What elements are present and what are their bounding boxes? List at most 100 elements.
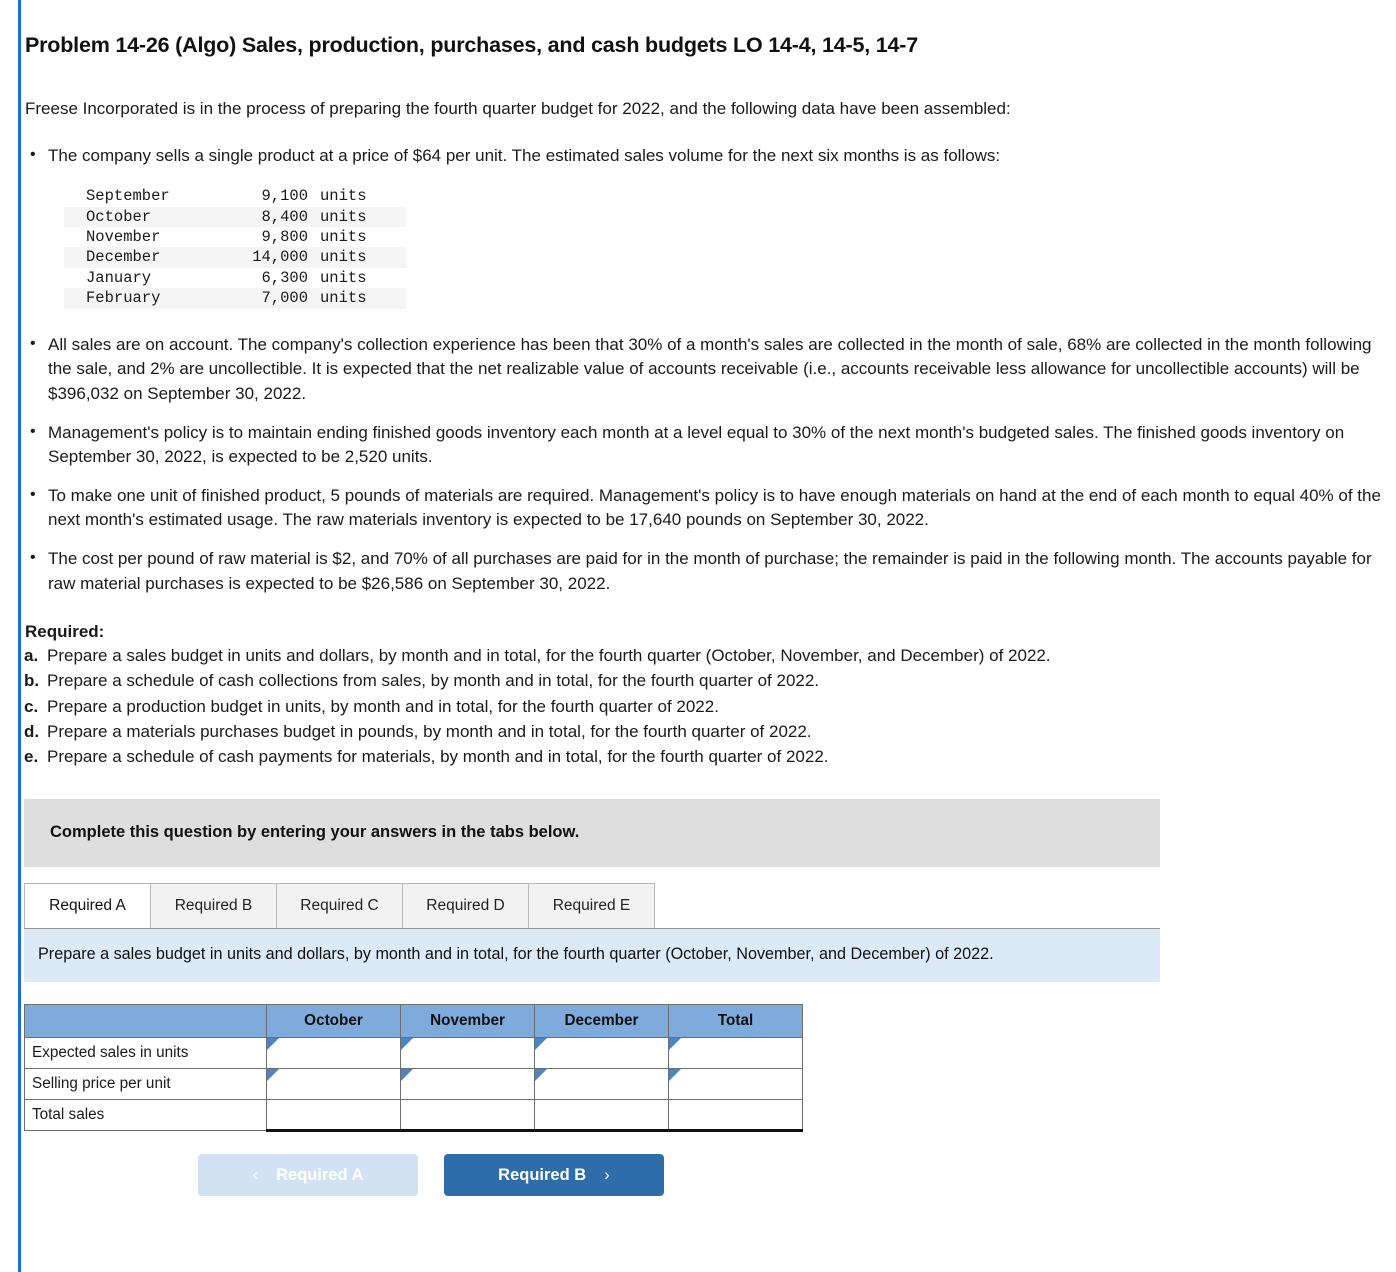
tab-label: Required A	[49, 896, 126, 914]
input-expected-sales-october[interactable]	[267, 1038, 400, 1069]
month-label: October	[86, 207, 152, 226]
month-units: 8,400	[261, 207, 308, 226]
cell-total-sales-total	[668, 1099, 803, 1133]
month-units: 9,100	[261, 187, 308, 206]
editable-marker-icon	[267, 1069, 279, 1082]
table-row: Selling price per unit	[24, 1068, 803, 1101]
unit-label: units	[320, 187, 367, 206]
editable-marker-icon	[669, 1038, 681, 1051]
column-header-total: Total	[668, 1004, 803, 1039]
required-item-text: Prepare a production budget in units, by…	[47, 696, 719, 716]
required-item-a: a. Prepare a sales budget in units and d…	[22, 644, 1396, 668]
complete-question-text: Complete this question by entering your …	[50, 823, 580, 842]
cell-selling-price-october[interactable]	[266, 1068, 401, 1101]
row-label-expected-sales-units: Expected sales in units	[24, 1037, 267, 1070]
tab-instruction-panel: Prepare a sales budget in units and doll…	[24, 927, 1160, 983]
unit-label: units	[320, 207, 367, 226]
tab-label: Required D	[426, 896, 505, 914]
cell-total-sales-december	[534, 1099, 669, 1133]
required-list: a. Prepare a sales budget in units and d…	[22, 644, 1396, 769]
month-label: February	[86, 289, 161, 308]
sales-budget-table: October November December Total Expected…	[24, 1004, 803, 1133]
sales-volume-row: December 14,000 units	[64, 247, 406, 268]
corner-header	[24, 1004, 267, 1039]
editable-marker-icon	[535, 1038, 547, 1051]
month-units: 6,300	[261, 268, 308, 287]
next-required-label: Required B	[498, 1165, 587, 1184]
input-selling-price-december[interactable]	[535, 1069, 668, 1100]
unit-label: units	[320, 227, 367, 246]
chevron-left-icon: ‹	[252, 1165, 259, 1185]
required-item-e: e. Prepare a schedule of cash payments f…	[22, 745, 1396, 769]
next-required-button[interactable]: Required B ›	[444, 1154, 664, 1197]
cell-expected-sales-december[interactable]	[534, 1037, 669, 1070]
input-expected-sales-november[interactable]	[401, 1038, 534, 1069]
cell-selling-price-total[interactable]	[668, 1068, 803, 1101]
required-item-c: c. Prepare a production budget in units,…	[22, 695, 1396, 719]
table-row: Expected sales in units	[24, 1037, 803, 1070]
editable-marker-icon	[669, 1069, 681, 1082]
tab-label: Required E	[552, 896, 631, 914]
input-selling-price-total[interactable]	[669, 1069, 802, 1100]
required-item-letter: a.	[24, 646, 39, 666]
cell-expected-sales-october[interactable]	[266, 1037, 401, 1070]
tab-label: Required C	[300, 896, 379, 914]
cell-selling-price-november[interactable]	[400, 1068, 535, 1101]
month-units: 14,000	[252, 248, 308, 267]
fact-item-price: The company sells a single product at a …	[22, 143, 1396, 169]
fact-item-materials-policy: To make one unit of finished product, 5 …	[22, 483, 1396, 533]
sales-volume-row: November 9,800 units	[64, 227, 406, 247]
required-item-letter: c.	[24, 696, 39, 716]
tab-label: Required B	[174, 896, 253, 914]
tab-instruction-text: Prepare a sales budget in units and doll…	[38, 944, 994, 963]
table-header-row: October November December Total	[24, 1004, 803, 1039]
facts-list-continued: All sales are on account. The company's …	[22, 332, 1396, 597]
cell-expected-sales-total[interactable]	[668, 1037, 803, 1070]
month-label: November	[86, 227, 161, 246]
required-tabs: Required A Required B Required C Require…	[24, 882, 1160, 928]
month-units: 7,000	[261, 289, 308, 308]
month-label: January	[86, 268, 152, 287]
table-row: Total sales	[24, 1099, 803, 1133]
previous-required-label: Required A	[276, 1165, 364, 1184]
tab-required-a[interactable]: Required A	[24, 882, 151, 928]
input-expected-sales-december[interactable]	[535, 1038, 668, 1069]
fact-item-finished-goods-inventory: Management's policy is to maintain endin…	[22, 420, 1396, 470]
required-heading: Required:	[25, 622, 105, 642]
row-label-selling-price-per-unit: Selling price per unit	[24, 1068, 267, 1101]
required-item-d: d. Prepare a materials purchases budget …	[22, 720, 1396, 744]
input-selling-price-october[interactable]	[267, 1069, 400, 1100]
cell-total-sales-november	[400, 1099, 535, 1133]
page-title: Problem 14-26 (Algo) Sales, production, …	[25, 33, 919, 57]
tab-required-c[interactable]: Required C	[276, 882, 403, 928]
required-item-b: b. Prepare a schedule of cash collection…	[22, 669, 1396, 693]
tab-required-e[interactable]: Required E	[528, 882, 655, 928]
cell-selling-price-december[interactable]	[534, 1068, 669, 1101]
problem-page: Problem 14-26 (Algo) Sales, production, …	[0, 0, 1396, 1272]
answer-grid-wrapper: October November December Total Expected…	[24, 1004, 1396, 1197]
month-label: September	[86, 187, 170, 206]
sales-volume-table: September 9,100 units October 8,400 unit…	[64, 186, 406, 309]
column-header-december: December	[534, 1004, 669, 1039]
input-selling-price-november[interactable]	[401, 1069, 534, 1100]
unit-label: units	[320, 268, 367, 287]
left-accent-rule	[18, 0, 21, 1272]
sales-volume-row: February 7,000 units	[64, 288, 406, 309]
tab-navigation: ‹ Required A Required B ›	[24, 1154, 802, 1197]
editable-marker-icon	[535, 1069, 547, 1082]
required-item-letter: d.	[24, 721, 40, 741]
previous-required-button[interactable]: ‹ Required A	[198, 1154, 418, 1197]
fact-item-collections: All sales are on account. The company's …	[22, 332, 1396, 407]
sales-volume-row: January 6,300 units	[64, 268, 406, 288]
row-label-total-sales: Total sales	[24, 1099, 267, 1132]
editable-marker-icon	[267, 1038, 279, 1051]
complete-question-banner: Complete this question by entering your …	[24, 798, 1160, 867]
chevron-right-icon: ›	[604, 1165, 610, 1185]
month-units: 9,800	[261, 227, 308, 246]
tab-required-d[interactable]: Required D	[402, 882, 529, 928]
sales-volume-row: October 8,400 units	[64, 206, 406, 227]
cell-expected-sales-november[interactable]	[400, 1037, 535, 1070]
intro-paragraph: Freese Incorporated is in the process of…	[25, 98, 1011, 118]
input-expected-sales-total[interactable]	[669, 1038, 802, 1069]
tab-required-b[interactable]: Required B	[150, 882, 277, 928]
